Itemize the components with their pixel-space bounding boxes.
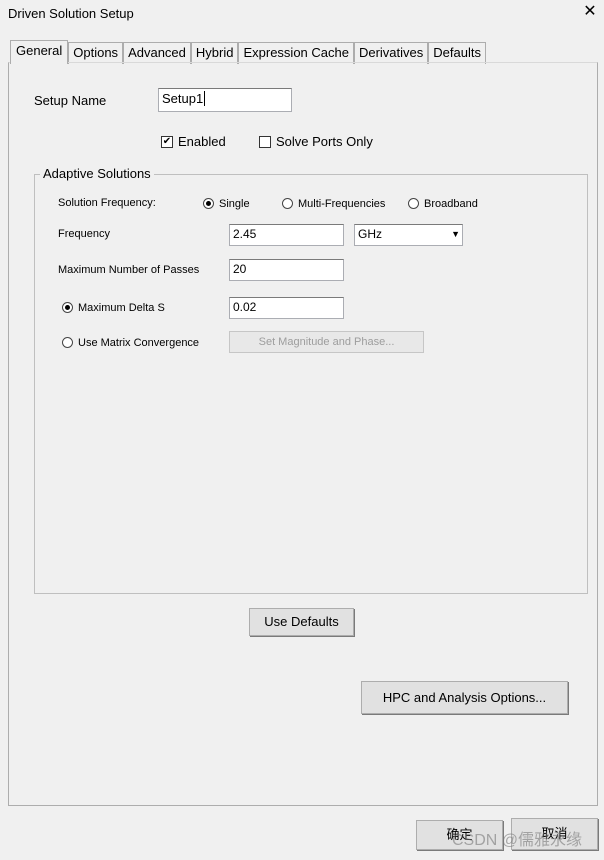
close-icon[interactable]: ✕ bbox=[580, 2, 600, 22]
setup-name-input[interactable]: Setup1 bbox=[158, 88, 292, 112]
multi-frequencies-label: Multi-Frequencies bbox=[298, 198, 386, 210]
multi-frequencies-radio[interactable] bbox=[282, 198, 293, 209]
watermark: CSDN @儒雅永缘 bbox=[452, 832, 583, 849]
tab-defaults[interactable]: Defaults bbox=[428, 42, 486, 64]
matrix-convergence-radio[interactable] bbox=[62, 337, 73, 348]
window-title: Driven Solution Setup bbox=[8, 6, 134, 21]
frequency-input[interactable]: 2.45 bbox=[229, 224, 344, 246]
tab-bar: General Options Advanced Hybrid Expressi… bbox=[10, 40, 486, 64]
solution-frequency-label: Solution Frequency: bbox=[58, 197, 156, 209]
use-defaults-button[interactable]: Use Defaults bbox=[249, 608, 354, 636]
solve-ports-only-checkbox[interactable] bbox=[259, 136, 271, 148]
tab-hybrid[interactable]: Hybrid bbox=[190, 42, 239, 64]
enabled-label: Enabled bbox=[178, 134, 226, 149]
max-delta-s-radio[interactable] bbox=[62, 302, 73, 313]
tab-expression-cache[interactable]: Expression Cache bbox=[238, 42, 354, 64]
max-passes-input[interactable]: 20 bbox=[229, 259, 344, 281]
max-passes-label: Maximum Number of Passes bbox=[58, 264, 200, 276]
tab-advanced[interactable]: Advanced bbox=[123, 42, 191, 64]
tab-general[interactable]: General bbox=[10, 40, 69, 64]
max-delta-s-label: Maximum Delta S bbox=[78, 302, 165, 314]
solve-ports-only-label: Solve Ports Only bbox=[276, 134, 373, 149]
max-delta-s-input[interactable]: 0.02 bbox=[229, 297, 344, 319]
tab-options[interactable]: Options bbox=[68, 42, 124, 64]
single-label: Single bbox=[219, 198, 250, 210]
tab-derivatives[interactable]: Derivatives bbox=[353, 42, 429, 64]
adaptive-solutions-title: Adaptive Solutions bbox=[40, 166, 154, 181]
single-radio[interactable] bbox=[203, 198, 214, 209]
frequency-unit-select[interactable]: GHz ▼ bbox=[354, 224, 463, 246]
set-magnitude-phase-button[interactable]: Set Magnitude and Phase... bbox=[229, 331, 424, 353]
broadband-radio[interactable] bbox=[408, 198, 419, 209]
setup-name-value: Setup1 bbox=[162, 91, 204, 106]
frequency-unit-value: GHz bbox=[358, 227, 382, 241]
hpc-analysis-options-button[interactable]: HPC and Analysis Options... bbox=[361, 681, 568, 714]
matrix-convergence-label: Use Matrix Convergence bbox=[78, 337, 200, 349]
broadband-label: Broadband bbox=[424, 198, 478, 210]
frequency-label: Frequency bbox=[58, 228, 110, 240]
setup-name-label: Setup Name bbox=[34, 93, 107, 108]
dropdown-arrow-icon: ▼ bbox=[451, 229, 460, 239]
enabled-checkbox[interactable]: ✔ bbox=[161, 136, 173, 148]
